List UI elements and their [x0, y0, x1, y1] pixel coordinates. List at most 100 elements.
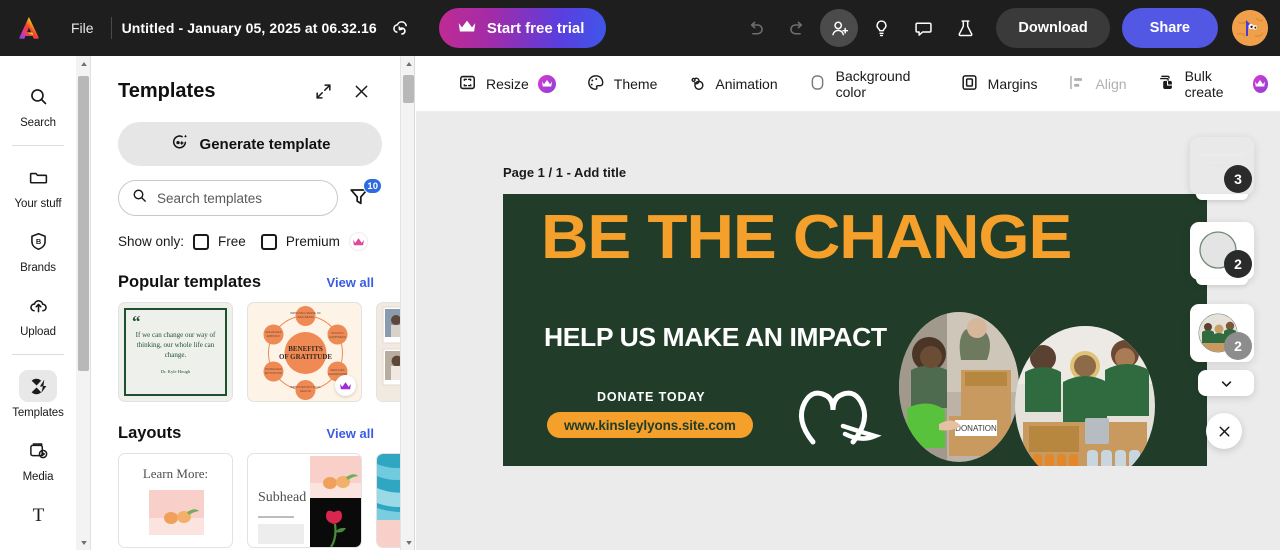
redo-icon[interactable] [778, 9, 816, 47]
layout-text-block [258, 524, 304, 544]
layouts-header: Layouts View all [118, 424, 374, 443]
tool-background-color[interactable]: Background color [796, 60, 942, 108]
close-icon[interactable] [346, 76, 376, 106]
tool-label: Background color [836, 68, 930, 100]
caret-down-icon[interactable] [401, 535, 416, 550]
layout-card-subhead[interactable]: Subhead [247, 453, 362, 548]
caret-up-icon[interactable] [401, 56, 416, 71]
flask-icon[interactable] [946, 9, 984, 47]
card-stack-shadow [1196, 279, 1248, 285]
start-free-trial-button[interactable]: Start free trial [439, 8, 607, 48]
cloud-sync-icon[interactable] [389, 16, 413, 40]
view-all-popular-link[interactable]: View all [327, 275, 374, 290]
checkbox-premium[interactable] [261, 234, 277, 250]
expand-diagonal-icon[interactable] [308, 76, 338, 106]
search-templates-box[interactable] [118, 180, 338, 216]
left-rail: Search Your stuff B Brands [0, 56, 76, 550]
design-headline[interactable]: BE THE CHANGE [541, 208, 1071, 268]
rail-item-brands[interactable]: B Brands [4, 219, 72, 283]
add-person-icon[interactable] [820, 9, 858, 47]
overlay-card-1[interactable]: HELP US MAKE AN IMPACT www.kinsleylyons.… [1190, 137, 1254, 195]
tool-label: Bulk create [1185, 68, 1244, 100]
layout-card-ocean[interactable] [376, 453, 400, 548]
overlay-card-1-badge: 3 [1224, 165, 1252, 193]
design-canvas[interactable]: BE THE CHANGE HELP US MAKE AN IMPACT DON… [503, 194, 1207, 466]
tool-label: Resize [486, 76, 529, 92]
lightbulb-icon[interactable] [862, 9, 900, 47]
overlay-card-1-line1: HELP US MAKE AN IMPACT [1198, 153, 1246, 157]
overlay-card-2-badge: 2 [1224, 250, 1252, 278]
filter-count-badge: 10 [363, 178, 382, 194]
adobe-express-logo-icon[interactable] [14, 13, 44, 43]
rail-divider-2 [12, 354, 64, 355]
rail-scrollbar-thumb[interactable] [78, 76, 89, 371]
share-button[interactable]: Share [1122, 8, 1218, 48]
design-subhead[interactable]: HELP US MAKE AN IMPACT [544, 322, 887, 353]
template-card-benefits[interactable]: BENEFITS OF GRATITUDE IMPROVES SENSE OFW… [247, 302, 362, 402]
design-url-pill[interactable]: www.kinsleylyons.site.com [547, 412, 753, 438]
caret-up-icon[interactable] [76, 56, 91, 71]
view-all-layouts-link[interactable]: View all [327, 426, 374, 441]
overlay-card-2[interactable]: 2 [1190, 222, 1254, 280]
close-overlay-button[interactable] [1206, 413, 1242, 449]
layout-thumbnail-image-top [310, 456, 362, 498]
text-t-icon: T [19, 498, 57, 530]
undo-icon[interactable] [736, 9, 774, 47]
filter-button[interactable]: 10 [348, 183, 374, 213]
expand-pages-button[interactable] [1198, 370, 1254, 396]
rail-item-text[interactable]: T [4, 492, 72, 539]
page-title-label[interactable]: Page 1 / 1 - Add title [503, 165, 626, 180]
tool-theme[interactable]: Theme [574, 65, 670, 103]
generate-template-button[interactable]: Generate template [118, 122, 382, 166]
tool-bulk-create[interactable]: Bulk create [1145, 60, 1280, 108]
rail-label: Templates [12, 407, 64, 419]
tool-align[interactable]: Align [1055, 65, 1138, 103]
quote-author: Dr. Kyle Hough [161, 369, 190, 374]
quote-mark-icon: “ [132, 312, 141, 332]
svg-text:B: B [35, 237, 41, 246]
panel-header: Templates [92, 56, 400, 106]
popular-templates-row: “ If we can change our way of thinking, … [92, 302, 400, 402]
design-photo-1[interactable]: DONATION [899, 312, 1019, 462]
template-card-quote[interactable]: “ If we can change our way of thinking, … [118, 302, 233, 402]
layouts-row: Learn More: Subhead [92, 453, 400, 548]
rail-scrollbar[interactable] [76, 56, 91, 550]
heart-outline-icon [783, 364, 903, 454]
file-menu[interactable]: File [64, 15, 101, 41]
search-row: 10 [118, 180, 374, 216]
rail-item-templates[interactable]: Templates [4, 364, 72, 428]
design-donate-label[interactable]: DONATE TODAY [597, 390, 706, 404]
tool-animation[interactable]: Animation [675, 65, 789, 103]
section-title: Layouts [118, 424, 181, 443]
photo-collage: The best ever! OO [377, 303, 400, 402]
download-button[interactable]: Download [996, 8, 1109, 48]
tool-label: Margins [988, 76, 1038, 92]
layout-title: Learn More: [119, 466, 232, 482]
document-title[interactable]: Untitled - January 05, 2025 at 06.32.16 [122, 20, 377, 36]
comment-icon[interactable] [904, 9, 942, 47]
canvas-area[interactable]: Page 1 / 1 - Add title BE THE CHANGE HEL… [416, 112, 1280, 550]
templates-icon [19, 370, 57, 402]
panel-header-actions [308, 76, 376, 106]
tool-resize[interactable]: Resize [446, 65, 568, 103]
caret-down-icon[interactable] [76, 535, 91, 550]
layout-card-learn-more[interactable]: Learn More: [118, 453, 233, 548]
templates-panel-scrollbar[interactable] [400, 56, 415, 550]
overlay-card-3[interactable]: 2 [1190, 304, 1254, 362]
rail-item-upload[interactable]: Upload [4, 283, 72, 347]
tool-label: Align [1095, 76, 1126, 92]
panel-scrollbar-thumb[interactable] [403, 75, 414, 103]
rail-item-your-stuff[interactable]: Your stuff [4, 155, 72, 219]
section-title: Popular templates [118, 273, 261, 292]
search-templates-input[interactable] [157, 191, 325, 206]
tool-margins[interactable]: Margins [948, 65, 1050, 103]
checkbox-free[interactable] [193, 234, 209, 250]
chevron-down-icon [1218, 375, 1235, 392]
search-icon [131, 187, 148, 209]
design-photo-2[interactable] [1015, 326, 1155, 466]
rail-item-search[interactable]: Search [4, 74, 72, 138]
user-avatar[interactable] [1232, 10, 1268, 46]
template-card-photos[interactable]: The best ever! OO [376, 302, 400, 402]
rail-label: Your stuff [15, 198, 62, 210]
rail-item-media[interactable]: Media [4, 428, 72, 492]
